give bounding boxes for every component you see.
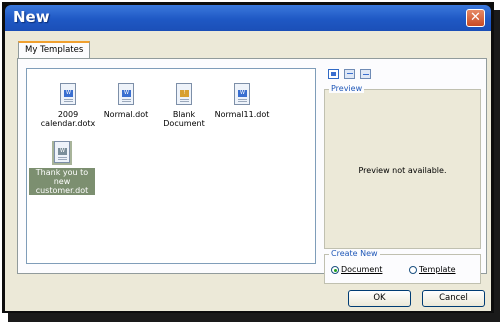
preview-message: Preview not available.: [358, 166, 447, 175]
template-file-icon: W: [232, 83, 252, 107]
details-view-icon[interactable]: [359, 69, 371, 79]
list-item[interactable]: W Normal11.dot: [209, 83, 275, 119]
close-icon: ✕: [470, 10, 481, 25]
document-radio[interactable]: Document: [331, 265, 382, 274]
list-item-label: Document: [163, 119, 205, 128]
title-bar[interactable]: New ✕: [5, 5, 491, 31]
ok-button[interactable]: OK: [348, 290, 411, 307]
large-icons-view-icon[interactable]: [328, 69, 339, 79]
list-item-label: calendar.dotx: [40, 119, 96, 128]
dialog-client: My Templates W 2009 calendar.dotx W Norm…: [5, 31, 491, 311]
cancel-button[interactable]: Cancel: [422, 290, 485, 307]
list-view-icon[interactable]: [343, 69, 355, 79]
view-toggle: [328, 69, 373, 82]
close-button[interactable]: ✕: [466, 9, 485, 27]
radio-unselected-icon: [409, 265, 417, 274]
list-item-label: new: [29, 177, 95, 186]
list-item-label: Blank: [172, 110, 196, 119]
list-item[interactable]: W 2009 calendar.dotx: [35, 83, 101, 128]
list-item-label: Thank you to: [29, 168, 95, 177]
template-file-icon: W: [52, 141, 72, 165]
template-list[interactable]: W 2009 calendar.dotx W Normal.dot ! Blan…: [26, 68, 316, 264]
document-radio-label: Document: [341, 265, 383, 274]
list-item[interactable]: ! Blank Document: [151, 83, 217, 128]
list-item-label: Normal.dot: [103, 110, 149, 119]
template-file-icon: W: [58, 83, 78, 107]
template-file-icon: W: [116, 83, 136, 107]
create-new-label: Create New: [329, 249, 380, 258]
list-item-selected[interactable]: W Thank you to new customer.dot: [29, 141, 95, 195]
preview-group: Preview Preview not available.: [324, 84, 481, 249]
preview-label: Preview: [329, 84, 365, 93]
tab-panel: W 2009 calendar.dotx W Normal.dot ! Blan…: [17, 58, 487, 284]
new-dialog: New ✕ My Templates W 2009 calendar.dotx …: [2, 2, 494, 313]
list-item-label: 2009: [57, 110, 79, 119]
template-radio[interactable]: Template: [409, 265, 456, 274]
create-new-group: Create New Document Template: [324, 249, 481, 284]
window-title: New: [13, 8, 50, 26]
list-item-label: customer.dot: [29, 186, 95, 195]
list-item[interactable]: W Normal.dot: [93, 83, 159, 119]
blank-document-icon: !: [174, 83, 194, 107]
radio-selected-icon: [331, 265, 339, 274]
template-radio-label: Template: [419, 265, 456, 274]
tab-my-templates[interactable]: My Templates: [18, 41, 91, 58]
list-item-label: Normal11.dot: [214, 110, 270, 119]
